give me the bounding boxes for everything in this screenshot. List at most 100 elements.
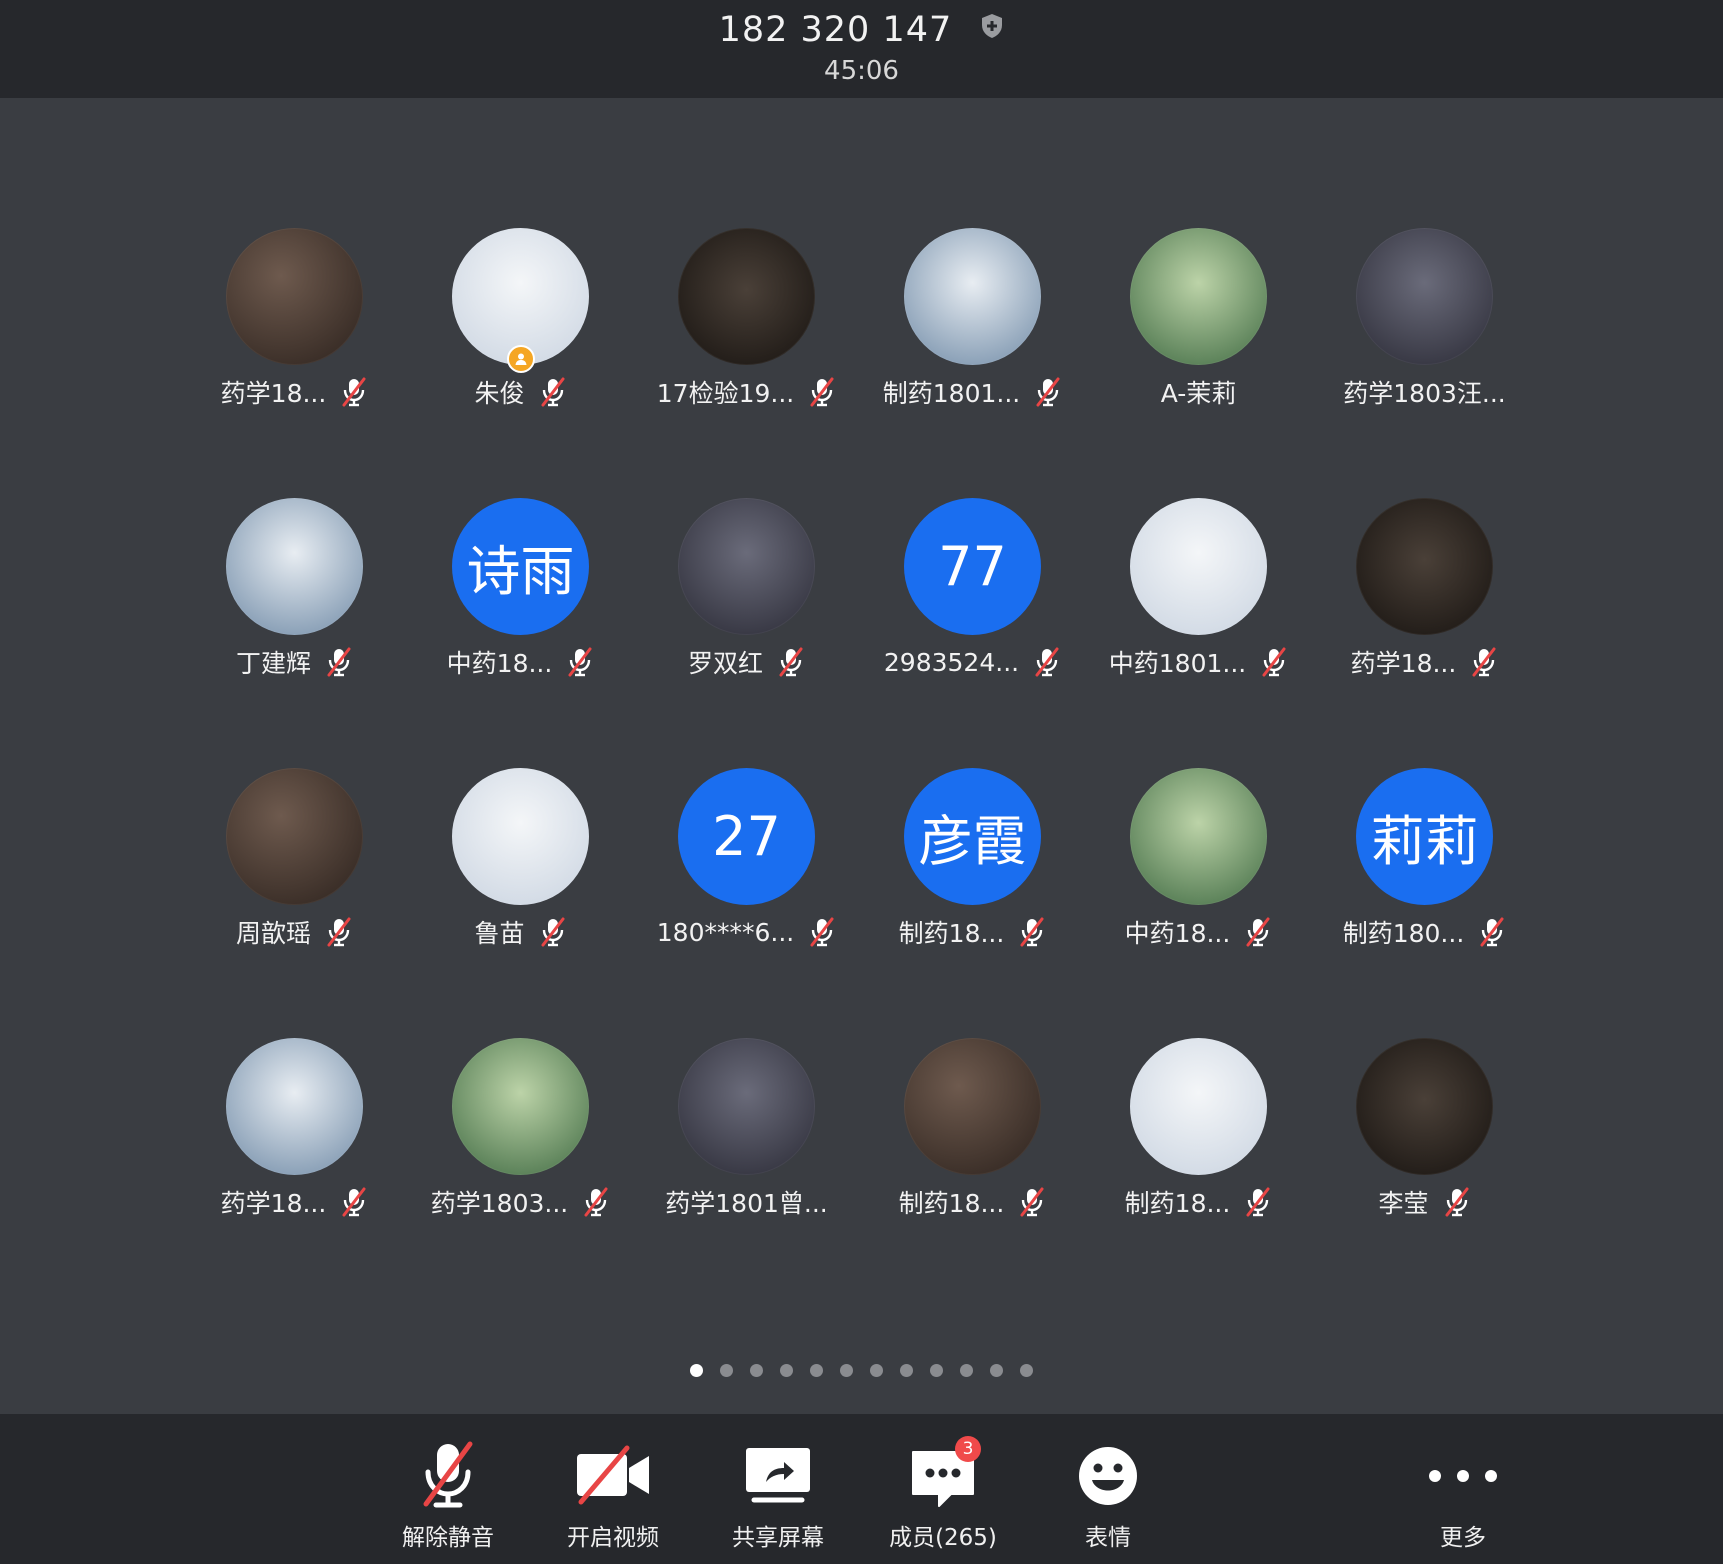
participant-name: 药学1803... <box>430 1189 569 1218</box>
participant-tile[interactable]: 17检验19... <box>633 228 860 428</box>
participant-name-row: 制药18... <box>849 1184 1096 1220</box>
avatar <box>226 228 363 365</box>
participant-tile[interactable]: 制药1801... <box>859 228 1086 428</box>
mic-muted-icon <box>1033 647 1061 677</box>
page-dot[interactable] <box>720 1364 733 1377</box>
mic-muted-icon <box>582 1187 610 1217</box>
page-indicator[interactable] <box>0 1364 1723 1378</box>
participant-name: 17检验19... <box>656 379 795 408</box>
mic-muted-icon <box>1443 1187 1471 1217</box>
participant-tile[interactable]: 鲁苗 <box>407 768 634 968</box>
participant-tile[interactable]: A-茉莉 <box>1085 228 1312 428</box>
mic-muted-icon <box>325 917 353 947</box>
avatar <box>678 498 815 635</box>
participant-tile[interactable]: 77 2983524... <box>859 498 1086 698</box>
unmute-button[interactable]: 解除静音 <box>373 1440 523 1560</box>
participant-tile[interactable]: 朱俊 <box>407 228 634 428</box>
participant-name-row: 药学1803... <box>397 1184 644 1220</box>
page-dot[interactable] <box>870 1364 883 1377</box>
participant-name: 中药18... <box>446 649 553 678</box>
shield-icon[interactable] <box>980 8 1004 48</box>
page-dot[interactable] <box>900 1364 913 1377</box>
participant-tile[interactable]: 丁建辉 <box>181 498 408 698</box>
avatar <box>1356 228 1493 365</box>
page-dot[interactable] <box>930 1364 943 1377</box>
mic-off-icon <box>408 1440 488 1510</box>
reactions-label: 表情 <box>1085 1525 1131 1551</box>
participant-tile[interactable]: 李莹 <box>1311 1038 1538 1238</box>
participant-tile[interactable]: 彦霞 制药18... <box>859 768 1086 968</box>
participant-name-row: 李莹 <box>1301 1184 1548 1220</box>
participant-name-row: 17检验19... <box>623 374 870 410</box>
participant-tile[interactable]: 药学18... <box>181 1038 408 1238</box>
participant-name-row: 制药180... <box>1301 914 1548 950</box>
avatar <box>226 768 363 905</box>
page-dot-active[interactable] <box>690 1364 703 1377</box>
share-screen-button[interactable]: 共享屏幕 <box>703 1440 853 1560</box>
more-label: 更多 <box>1440 1525 1486 1551</box>
participant-tile[interactable]: 药学18... <box>1311 498 1538 698</box>
avatar <box>452 1038 589 1175</box>
participant-tile[interactable]: 罗双红 <box>633 498 860 698</box>
avatar <box>226 498 363 635</box>
participant-name-row: 中药1801... <box>1075 644 1322 680</box>
participant-tile[interactable]: 药学1801曾... <box>633 1038 860 1238</box>
participant-tile[interactable]: 药学18... <box>181 228 408 428</box>
participant-tile[interactable]: 27 180****6... <box>633 768 860 968</box>
participant-name: 朱俊 <box>474 379 525 408</box>
page-dot[interactable] <box>750 1364 763 1377</box>
avatar <box>1130 768 1267 905</box>
participant-name-row: 朱俊 <box>397 374 644 410</box>
more-dots-icon <box>1423 1440 1503 1510</box>
participant-tile[interactable]: 周歆瑶 <box>181 768 408 968</box>
smiley-icon <box>1068 1440 1148 1510</box>
participant-name: 药学1803汪... <box>1343 379 1506 408</box>
start-video-button[interactable]: 开启视频 <box>538 1440 688 1560</box>
participant-name: 李莹 <box>1378 1189 1429 1218</box>
participant-name: 2983524... <box>883 647 1020 677</box>
more-button[interactable]: 更多 <box>1388 1440 1538 1560</box>
share-screen-label: 共享屏幕 <box>732 1525 824 1551</box>
participant-tile[interactable]: 药学1803汪... <box>1311 228 1538 428</box>
mic-muted-icon <box>325 647 353 677</box>
mic-muted-icon <box>1260 647 1288 677</box>
mic-muted-icon <box>808 917 836 947</box>
page-dot[interactable] <box>1020 1364 1033 1377</box>
reactions-button[interactable]: 表情 <box>1033 1440 1183 1560</box>
participant-name-row: 药学18... <box>1301 644 1548 680</box>
participant-tile[interactable]: 制药18... <box>1085 1038 1312 1238</box>
mic-muted-icon <box>1478 917 1506 947</box>
video-off-icon <box>573 1440 653 1510</box>
participant-tile[interactable]: 制药18... <box>859 1038 1086 1238</box>
page-dot[interactable] <box>960 1364 973 1377</box>
participant-name: 药学18... <box>1350 649 1457 678</box>
participant-name: 药学18... <box>220 1189 327 1218</box>
members-button[interactable]: 3 成员(265) <box>868 1436 1018 1560</box>
mic-muted-icon <box>777 647 805 677</box>
meeting-toolbar: 解除静音 开启视频 共享屏幕 3 成员(265) 表情 更多 <box>0 1414 1723 1564</box>
participant-name-row: 丁建辉 <box>171 644 418 680</box>
participant-tile[interactable]: 莉莉 制药180... <box>1311 768 1538 968</box>
participant-name: 药学18... <box>220 379 327 408</box>
participant-tile[interactable]: 诗雨 中药18... <box>407 498 634 698</box>
page-dot[interactable] <box>780 1364 793 1377</box>
participant-name: 中药1801... <box>1108 649 1247 678</box>
participant-tile[interactable]: 药学1803... <box>407 1038 634 1238</box>
initials-avatar: 彦霞 <box>904 768 1041 905</box>
mic-muted-icon <box>1244 917 1272 947</box>
page-dot[interactable] <box>840 1364 853 1377</box>
participant-name: 制药180... <box>1342 919 1465 948</box>
page-dot[interactable] <box>990 1364 1003 1377</box>
mic-muted-icon <box>539 377 567 407</box>
avatar <box>1130 228 1267 365</box>
initials-avatar: 77 <box>904 498 1041 635</box>
mic-muted-icon <box>1018 1187 1046 1217</box>
participant-tile[interactable]: 中药1801... <box>1085 498 1312 698</box>
participant-name: 鲁苗 <box>474 919 525 948</box>
mic-muted-icon <box>340 1187 368 1217</box>
participant-name: 药学1801曾... <box>665 1189 828 1218</box>
page-dot[interactable] <box>810 1364 823 1377</box>
participant-tile[interactable]: 中药18... <box>1085 768 1312 968</box>
avatar <box>904 1038 1041 1175</box>
avatar <box>678 228 815 365</box>
